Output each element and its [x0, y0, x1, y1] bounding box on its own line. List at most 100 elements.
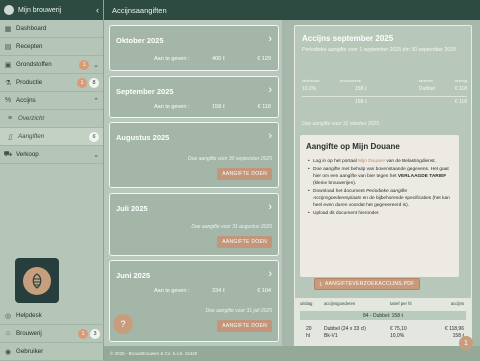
page-title: Accijnsaangiften [112, 5, 167, 15]
help-icon: ◎ [4, 312, 12, 320]
download-pdf-button[interactable]: ⤓ AANGIFTEVERZOEKACCIJNS.PDF [314, 278, 420, 290]
step-text: Upload dit document hieronder. [313, 210, 380, 216]
cell-pct: 10,0% [390, 333, 405, 339]
productie-badge-orange: 1 [77, 77, 87, 88]
sidebar-item-label: Dashboard [16, 25, 47, 32]
chevron-down-icon[interactable]: ⌄ [93, 61, 99, 69]
chevron-right-icon[interactable]: › [268, 268, 272, 280]
brewery-logo [15, 258, 59, 303]
collapse-sidebar-icon[interactable]: ‹ [96, 5, 99, 15]
cell-price: € 75,10 [390, 326, 407, 332]
productie-badge: 8 [89, 77, 99, 88]
col-header: tarief per hl [390, 301, 412, 306]
pdf-button-label: AANGIFTEVERZOEKACCIJNS.PDF [325, 281, 415, 287]
chevron-right-icon[interactable]: › [268, 130, 272, 142]
deadline-note: Doe aangifte voor 31 oktober 2025 [302, 121, 379, 127]
sidebar-item-label: Verkoop [16, 151, 39, 158]
deadline-note: Doe aangifte voor 30 september 2025 [188, 156, 272, 162]
box-icon: ▣ [4, 61, 12, 69]
detail-pane: Accijns september 2025 Periodieke aangif… [286, 20, 480, 346]
chevron-down-icon[interactable]: ⌄ [93, 151, 99, 159]
month-title: Oktober 2025 [116, 36, 164, 45]
sidebar-item-label: Overzicht [18, 115, 45, 122]
douane-title: Aangifte op Mijn Douane [306, 142, 400, 151]
sidebar-item-overzicht[interactable]: ≡ Overzicht [0, 110, 103, 128]
chevron-right-icon[interactable]: › [268, 201, 272, 213]
aangifte-doen-button[interactable]: AANGIFTE DOEN [217, 236, 272, 248]
footer: © 2025 - BrouwBrouwen & Co. b.v.b. 15420 [104, 346, 480, 361]
douane-instructions: Aangifte op Mijn Douane Log in op het po… [300, 135, 459, 277]
sidebar-item-brouwerij[interactable]: ⌂ Brouwerij 1 3 [0, 325, 104, 343]
aangifte-doen-button[interactable]: AANGIFTE DOEN [217, 168, 272, 180]
aangifte-doen-button[interactable]: AANGIFTE DOEN [217, 320, 272, 332]
help-button[interactable]: ? [113, 314, 133, 334]
month-card-juni[interactable]: Juni 2025 › Aan te geven : 234 ℓ € 104 D… [109, 260, 279, 342]
month-title: Juli 2025 [116, 204, 148, 213]
summary-label: Aan te geven : [154, 56, 190, 62]
book-icon: ▤ [4, 43, 12, 51]
list-item: Upload dit document hieronder. [308, 211, 454, 218]
footer-text: © 2025 - BrouwBrouwen & Co. b.v.b. 15420 [110, 351, 198, 356]
step-text: (kleine brouwerijen). [313, 180, 357, 186]
col-header: bedrag [454, 78, 467, 83]
chevron-right-icon[interactable]: › [268, 33, 272, 45]
instruction-list: Log in op het portaal Mijn Douane van de… [308, 159, 454, 219]
month-card-juli[interactable]: Juli 2025 › Doe aangifte voor 31 augustu… [109, 193, 279, 256]
sidebar-item-label: Gebruiker [16, 348, 44, 355]
summary-qty: 234 ℓ [212, 288, 225, 294]
col-header: accijns [450, 301, 464, 306]
notification-badge[interactable]: 1 [459, 336, 473, 350]
list-icon: ≡ [7, 115, 13, 122]
step-text: Log in op het portaal [313, 159, 359, 164]
mijn-douane-link[interactable]: Mijn Douane [358, 159, 385, 164]
col-header: uitslag [300, 301, 313, 306]
cell-volume: 158 ℓ [355, 99, 367, 105]
chevron-right-icon[interactable]: › [268, 84, 272, 96]
sidebar-item-verkoop[interactable]: ⛟ Verkoop ⌄ [0, 146, 103, 164]
cell-tariff: Dubbel [419, 86, 435, 92]
deadline-note: Doe aangifte voor 31 juli 2025 [205, 308, 272, 314]
sidebar-item-grondstoffen[interactable]: ▣ Grondstoffen 1 ⌄ [0, 56, 103, 74]
summary-qty: 158 ℓ [212, 104, 225, 110]
summary-qty: 400 ℓ [212, 56, 225, 62]
sidebar-item-gebruiker[interactable]: ◉ Gebruiker [0, 343, 104, 361]
col-header: tarieven [419, 78, 434, 83]
chevron-up-icon[interactable]: ⌃ [93, 97, 99, 105]
detail-title: Accijns september 2025 [302, 34, 394, 43]
sidebar: Mijn brouwerij ‹ ▦ Dashboard ▤ Recepten … [0, 0, 104, 361]
sidebar-item-accijns[interactable]: % Accijns ⌃ [0, 92, 103, 110]
month-card-augustus[interactable]: Augustus 2025 › Doe aangifte voor 30 sep… [109, 122, 279, 188]
sidebar-item-helpdesk[interactable]: ◎ Helpdesk [0, 307, 104, 325]
cell-unit: hl [306, 333, 310, 339]
cell-total: € 118,96 [444, 326, 464, 332]
cell-count: 20 [306, 326, 312, 332]
brouwerij-badge-orange: 1 [78, 328, 88, 339]
page-title-bar: Accijnsaangiften [104, 0, 480, 20]
month-card-september[interactable]: September 2025 › Aan te geven : 158 ℓ € … [109, 76, 279, 118]
sidebar-item-label: Brouwerij [16, 330, 42, 337]
sidebar-bottom: ◎ Helpdesk ⌂ Brouwerij 1 3 ◉ Gebruiker [0, 307, 104, 361]
sidebar-item-dashboard[interactable]: ▦ Dashboard [0, 20, 103, 38]
brouwerij-badge: 3 [90, 328, 100, 339]
sidebar-item-label: Grondstoffen [16, 61, 52, 68]
deadline-note: Doe aangifte voor 31 augustus 2025 [191, 224, 272, 230]
sidebar-item-label: Recepten [16, 43, 43, 50]
cell-product: Dubbel (24 x 33 cl) [324, 326, 366, 332]
cell-amount: € 118 [454, 99, 467, 105]
detail-intro: Periodieke aangifte voor 1 september 202… [302, 47, 456, 53]
step-text: van de Belastingdienst. [385, 159, 436, 164]
month-card-oktober[interactable]: Oktober 2025 › Aan te geven : 400 ℓ € 12… [109, 25, 279, 71]
sidebar-item-recepten[interactable]: ▤ Recepten [0, 38, 103, 56]
month-list: Oktober 2025 › Aan te geven : 400 ℓ € 12… [104, 20, 282, 346]
month-title: Augustus 2025 [116, 133, 170, 142]
sidebar-item-aangiften[interactable]: ▯ Aangiften 6 [0, 128, 103, 146]
app-name: Mijn brouwerij [18, 6, 62, 14]
list-item: Download het document Periodieke aangift… [308, 189, 454, 210]
step-strong: VERLAAGDE TARIEF [397, 173, 447, 179]
summary-label: Aan te geven : [154, 104, 190, 110]
dashboard-icon: ▦ [4, 25, 12, 33]
summary-label: Aan te geven : [154, 288, 190, 294]
sidebar-item-productie[interactable]: ⚗ Productie 1 8 [0, 74, 103, 92]
flask-icon: ⚗ [4, 79, 12, 87]
aangiften-badge: 6 [89, 131, 99, 142]
